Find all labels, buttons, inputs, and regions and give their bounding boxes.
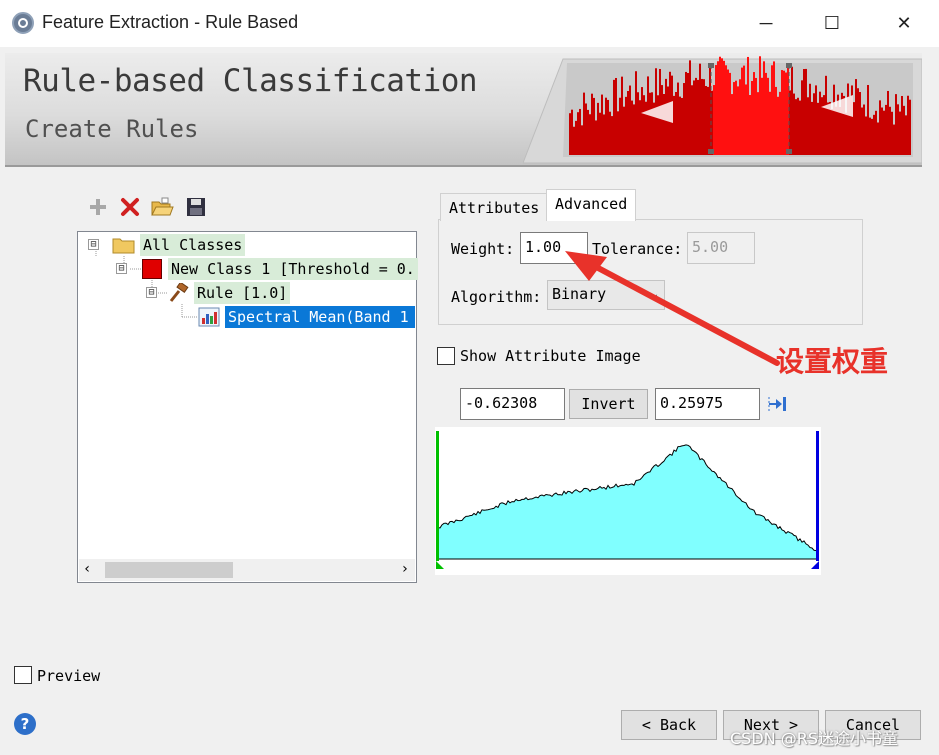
gavel-icon <box>168 281 190 309</box>
save-icon[interactable] <box>184 196 208 220</box>
scroll-right-icon[interactable]: › <box>401 561 409 577</box>
attribute-chart-icon <box>198 307 220 333</box>
minimize-button[interactable]: ─ <box>743 6 789 40</box>
tree-label-all-classes: All Classes <box>140 234 246 256</box>
wizard-banner: Rule-based Classification Create Rules <box>5 53 922 167</box>
min-threshold-line[interactable] <box>436 431 439 561</box>
annotation-text: 设置权重 <box>776 345 889 378</box>
close-button[interactable]: ✕ <box>881 6 927 40</box>
attribute-histogram[interactable] <box>435 427 821 575</box>
rules-tree[interactable]: ⊟ All Classes ⊟ New Class 1 [Threshold =… <box>77 231 418 583</box>
open-folder-icon[interactable] <box>150 196 174 220</box>
preview-label: Preview <box>37 667 101 685</box>
apply-range-icon[interactable] <box>766 393 790 419</box>
watermark-text: CSDN @RS迷途小书童 <box>730 729 898 748</box>
window-title: Feature Extraction - Rule Based <box>42 12 299 32</box>
scrollbar-thumb[interactable] <box>105 562 233 578</box>
collapse-icon[interactable]: ⊟ <box>88 239 99 250</box>
title-bar: Feature Extraction - Rule Based ─ ☐ ✕ <box>0 0 939 47</box>
back-button[interactable]: < Back <box>621 710 717 740</box>
help-icon[interactable]: ? <box>14 713 36 735</box>
max-threshold-line[interactable] <box>816 431 819 561</box>
folder-icon <box>112 236 136 260</box>
show-attribute-image-checkbox[interactable] <box>437 347 455 365</box>
algorithm-label: Algorithm: <box>451 288 542 306</box>
banner-subtitle: Create Rules <box>25 115 199 143</box>
preview-checkbox[interactable] <box>14 666 32 684</box>
tree-label-rule: Rule [1.0] <box>194 282 291 304</box>
add-icon[interactable] <box>86 196 110 220</box>
weight-label: Weight: <box>451 240 515 258</box>
threshold-max-input[interactable]: 0.25975 <box>655 388 760 420</box>
threshold-min-input[interactable]: -0.62308 <box>460 388 565 420</box>
tab-attributes[interactable]: Attributes <box>440 193 549 221</box>
banner-title: Rule-based Classification <box>23 63 478 99</box>
scroll-left-icon[interactable]: ‹ <box>83 561 91 577</box>
annotation-arrow <box>565 251 780 366</box>
app-icon <box>12 12 34 34</box>
class-color-swatch[interactable] <box>142 259 162 279</box>
collapse-icon[interactable]: ⊟ <box>116 263 127 274</box>
tree-label-new-class: New Class 1 [Threshold = 0. <box>168 258 418 280</box>
collapse-icon[interactable]: ⊟ <box>146 287 157 298</box>
banner-histogram-art <box>523 56 922 164</box>
tab-advanced[interactable]: Advanced <box>546 189 637 221</box>
delete-icon[interactable] <box>118 196 142 220</box>
maximize-button[interactable]: ☐ <box>809 6 855 40</box>
tree-label-attribute: Spectral Mean(Band 1 <box>225 306 415 328</box>
invert-button[interactable]: Invert <box>569 389 648 419</box>
tree-horizontal-scrollbar[interactable]: ‹ › <box>79 559 415 581</box>
